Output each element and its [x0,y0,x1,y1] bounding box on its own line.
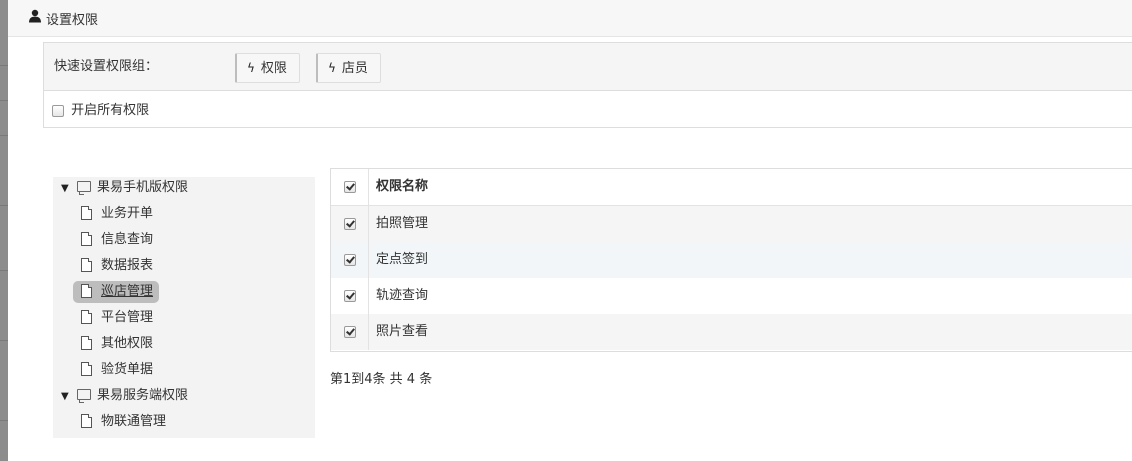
table-cell-checkbox [331,242,369,278]
table-row[interactable]: 拍照管理 [331,206,1132,243]
open-all-checkbox[interactable] [52,104,64,117]
table-cell-name: 照片查看 [376,324,429,339]
row-checkbox[interactable] [344,218,356,230]
tree-group-label: 果易手机版权限 [97,180,189,195]
quick-clerk-label: 店员 [341,61,368,76]
caret-down-icon[interactable]: ▼ [61,178,71,200]
rail-tick [0,340,8,341]
quick-clerk-button[interactable]: ϟ 店员 [316,53,381,83]
permission-table: 权限名称 拍照管理 定点签到 轨迹查询 照片查看 [330,168,1132,352]
rail-tick [0,270,8,271]
tree-item-inspection[interactable]: 验货单据 [81,359,153,381]
monitor-icon [77,181,91,195]
tree-item-business-order[interactable]: 业务开单 [81,203,153,225]
open-all-permissions[interactable]: 开启所有权限 [52,101,149,121]
file-icon [81,335,92,350]
table-row[interactable]: 照片查看 [331,314,1132,350]
rail-tick [0,135,8,136]
rail-tick [0,205,8,206]
tree-item-label: 平台管理 [101,310,154,325]
table-cell-checkbox [331,278,369,314]
tree-item-label: 信息查询 [101,232,154,247]
table-header-row: 权限名称 [331,169,1132,206]
table-header-name: 权限名称 [376,179,429,194]
file-icon [81,309,92,324]
file-icon [81,257,92,272]
file-icon [81,205,92,220]
tree-item-platform[interactable]: 平台管理 [81,307,153,329]
row-checkbox[interactable] [344,254,356,266]
table-cell-checkbox [331,206,369,242]
tree-item-label: 其他权限 [101,336,154,351]
left-scroll-rail [0,0,8,461]
table-cell-checkbox [331,169,369,205]
table-cell-checkbox [331,314,369,350]
quick-group-label: 快速设置权限组： [44,43,234,90]
caret-down-icon[interactable]: ▼ [61,386,71,408]
tree-group-label: 果易服务端权限 [97,388,189,403]
rail-tick [0,65,8,66]
rail-tick [0,100,8,101]
quick-group-buttons: ϟ 权限 ϟ 店员 [224,43,1132,90]
tree-item-info-query[interactable]: 信息查询 [81,229,153,251]
tree-item-iot[interactable]: 物联通管理 [81,411,166,433]
table-row[interactable]: 轨迹查询 [331,278,1132,315]
bolt-icon: ϟ [247,61,255,75]
table-row[interactable]: 定点签到 [331,242,1132,279]
row-checkbox[interactable] [344,290,356,302]
tree-item-store-patrol[interactable]: 巡店管理 [73,281,160,303]
page-title: 设置权限 [46,13,99,28]
tree-group-mobile[interactable]: ▼ 果易手机版权限 [61,177,188,199]
tree-item-label: 物联通管理 [101,414,167,429]
quick-group-row: 快速设置权限组： ϟ 权限 ϟ 店员 [44,43,1132,91]
page-header: 设置权限 [8,0,1132,37]
tree-item-label: 数据报表 [101,258,154,273]
quick-permission-label: 权限 [260,61,287,76]
file-icon [81,361,92,376]
permission-tree: ▼ 果易手机版权限 业务开单 信息查询 数据报表 巡店管理 平台管理 其他权限 验… [53,177,315,438]
pagination-info: 第1到4条 共 4 条 [330,372,433,387]
user-icon [29,9,41,23]
tree-item-other[interactable]: 其他权限 [81,333,153,355]
quick-permission-button[interactable]: ϟ 权限 [235,53,300,83]
table-cell-name: 轨迹查询 [376,288,429,303]
rail-tick [0,420,8,421]
open-all-label: 开启所有权限 [71,103,150,118]
table-cell-name: 定点签到 [376,252,429,267]
tree-item-label: 业务开单 [101,206,154,221]
file-icon [81,413,92,428]
file-icon [81,231,92,246]
tree-item-label: 巡店管理 [101,284,154,299]
table-cell-name: 拍照管理 [376,216,429,231]
file-icon [81,283,92,298]
monitor-icon [77,389,91,403]
tree-item-data-report[interactable]: 数据报表 [81,255,153,277]
bolt-icon: ϟ [328,61,336,75]
tree-item-label: 验货单据 [101,362,154,377]
tree-group-server[interactable]: ▼ 果易服务端权限 [61,385,188,407]
row-checkbox[interactable] [344,326,356,338]
select-all-checkbox[interactable] [344,181,356,193]
quick-settings-panel: 快速设置权限组： ϟ 权限 ϟ 店员 开启所有权限 [43,42,1132,128]
